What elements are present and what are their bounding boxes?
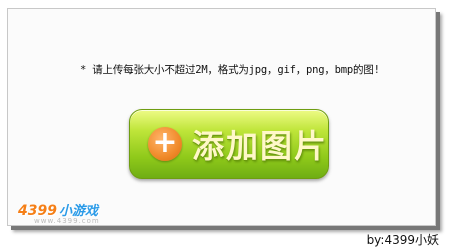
add-image-button-label: 添加图片	[192, 127, 329, 165]
author-credit: by:4399小妖	[366, 233, 439, 247]
plus-icon: +	[148, 127, 182, 161]
upload-hint-text: * 请上传每张大小不超过2M，格式为jpg，gif，png，bmp的图!	[80, 64, 380, 76]
add-image-button[interactable]: + 添加图片	[129, 109, 329, 179]
watermark-url: www.4399.com	[34, 217, 100, 225]
upload-panel: * 请上传每张大小不超过2M，格式为jpg，gif，png，bmp的图! + 添…	[7, 8, 436, 226]
